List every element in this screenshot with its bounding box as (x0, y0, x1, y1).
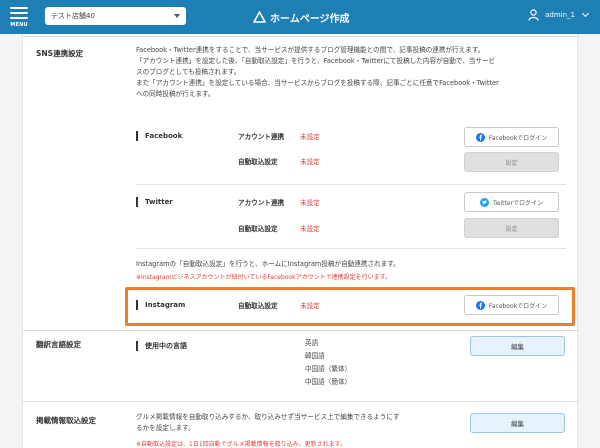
instagram-note: Instagramの「自動取込設定」を行うと、ホームにInstagram投稿が自… (136, 260, 400, 268)
caret-down-icon (174, 14, 180, 18)
twitter-account-label: アカウント連携 (238, 199, 285, 207)
user-menu[interactable]: admin_1 (528, 9, 590, 21)
list-item: 英語 (305, 339, 319, 347)
triangle-logo-icon (253, 11, 266, 23)
facebook-label: Facebook (136, 131, 182, 141)
divider (136, 184, 566, 185)
facebook-account-status: 未設定 (300, 133, 320, 141)
top-header: MENU テスト店舗40 ホームページ作成 admin_1 (0, 0, 600, 34)
instagram-warning: ※Instagramビジネスアカウントが紐付いているFacebookアカウントで… (136, 274, 391, 281)
store-selector-value: テスト店舗40 (51, 12, 95, 20)
instagram-highlight-box (125, 287, 575, 326)
chevron-down-icon (581, 9, 590, 18)
translation-section-title: 翻訳言語設定 (36, 340, 81, 349)
facebook-settings-button[interactable]: 設定 (464, 152, 559, 172)
facebook-import-status: 未設定 (300, 158, 320, 166)
section-divider (23, 330, 579, 331)
twitter-settings-button[interactable]: 設定 (464, 218, 559, 238)
username: admin_1 (545, 11, 575, 19)
user-icon (528, 9, 539, 21)
twitter-icon (479, 197, 489, 207)
menu-button[interactable]: MENU (8, 4, 30, 30)
gourmet-description: グルメ掲載情報を自動取り込みするか、取り込みせず当サービス上で編集できるようにす… (136, 413, 400, 432)
gourmet-edit-button[interactable]: 編集 (470, 413, 565, 433)
sns-section-title: SNS連携設定 (36, 49, 84, 58)
divider (136, 248, 566, 249)
twitter-import-label: 自動取込設定 (238, 225, 278, 233)
twitter-label: Twitter (136, 197, 173, 207)
brand-title: ホームページ作成 (253, 8, 350, 26)
sns-description: Facebook・Twitter連携をすることで、当サービスが提供するブログ管理… (136, 46, 499, 98)
languages-in-use-label: 使用中の言語 (136, 341, 187, 351)
twitter-import-status: 未設定 (300, 225, 320, 233)
list-item: 韓国語 (305, 352, 325, 360)
section-divider (23, 401, 579, 402)
twitter-account-status: 未設定 (300, 199, 320, 207)
brand-title-text: ホームページ作成 (270, 13, 350, 25)
facebook-icon (475, 132, 485, 142)
list-item: 中国語（簡体） (305, 378, 352, 386)
facebook-account-label: アカウント連携 (238, 133, 285, 141)
list-item: 中国語（繁体） (305, 365, 352, 373)
settings-panel: SNS連携設定 Facebook・Twitter連携をすることで、当サービスが提… (22, 34, 579, 448)
language-list: 英語 韓国語 中国語（繁体） 中国語（簡体） (305, 337, 351, 389)
hamburger-icon (10, 7, 28, 9)
translation-edit-button[interactable]: 編集 (470, 336, 565, 356)
facebook-login-button[interactable]: Facebookでログイン (464, 127, 559, 147)
gourmet-section-title: 掲載情報取込設定 (36, 416, 96, 425)
menu-label: MENU (10, 22, 28, 28)
gourmet-note: ※自動取込設定は、1日1回自動でグルメ掲載情報を取り込み、更新されます。 (136, 441, 347, 448)
store-selector[interactable]: テスト店舗40 (45, 7, 186, 25)
twitter-login-button[interactable]: Twitterでログイン (464, 192, 559, 212)
facebook-import-label: 自動取込設定 (238, 158, 278, 166)
